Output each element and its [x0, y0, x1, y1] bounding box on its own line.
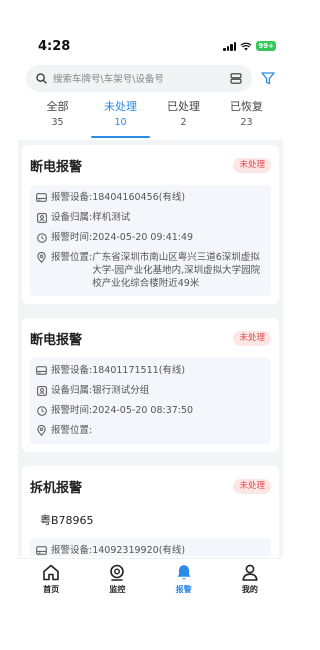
clock-icon	[36, 232, 47, 243]
time-row: 报警时间: 2024-05-20 09:41:49	[36, 231, 265, 245]
owner-icon	[36, 385, 47, 396]
tab-processed[interactable]: 已处理 2	[152, 98, 215, 138]
location-label: 报警位置:	[51, 425, 93, 436]
card-header: 断电报警 未处理	[30, 155, 271, 175]
bell-icon	[177, 565, 191, 580]
status-badge: 未处理	[233, 157, 271, 173]
location-label: 报警位置:	[51, 252, 93, 263]
device-value: 14092319920(有线)	[92, 545, 186, 556]
search-placeholder: 搜索车牌号\车架号\设备号	[53, 74, 164, 85]
device-label: 报警设备:	[51, 545, 93, 556]
tab-recovered[interactable]: 已恢复 23	[215, 98, 278, 138]
device-value: 18404160456(有线)	[92, 192, 186, 203]
tab-unprocessed[interactable]: 未处理 10	[89, 98, 152, 138]
owner-label: 设备归属:	[51, 212, 93, 223]
filter-button[interactable]	[261, 71, 275, 85]
tab-label: 未处理	[104, 100, 137, 113]
time-label: 报警时间:	[51, 405, 93, 416]
alarm-title: 断电报警	[30, 159, 83, 175]
location-row: 报警位置:	[36, 424, 265, 438]
search-input[interactable]: 搜索车牌号\车架号\设备号	[26, 64, 252, 92]
location-pin-icon	[36, 425, 47, 436]
device-label: 报警设备:	[51, 365, 93, 376]
alarm-card[interactable]: 断电报警 未处理 报警设备: 18401171511(有线) 设备归属: 银行测…	[22, 318, 279, 452]
tab-count: 23	[240, 117, 253, 128]
monitor-icon	[110, 564, 125, 581]
nav-profile[interactable]: 我的	[217, 559, 283, 608]
status-bar: 4:28 99+	[0, 0, 300, 58]
nav-monitor[interactable]: 监控	[84, 559, 150, 608]
owner-value: 样机测试	[92, 212, 131, 223]
owner-row: 设备归属: 样机测试	[36, 211, 265, 225]
device-value: 18401171511(有线)	[92, 365, 186, 376]
location-row: 报警位置: 广东省深圳市南山区粤兴三道6深圳虚拟大学-园产业化基地内,深圳虚拟大…	[36, 251, 265, 290]
alarm-card[interactable]: 断电报警 未处理 报警设备: 18404160456(有线) 设备归属: 样机测…	[22, 145, 279, 304]
tab-label: 全部	[46, 100, 69, 113]
owner-row: 设备归属: 银行测试分组	[36, 384, 265, 398]
tab-label: 已恢复	[230, 100, 263, 113]
card-header: 断电报警 未处理	[30, 328, 271, 348]
status-badge: 未处理	[233, 330, 271, 346]
nav-label: 报警	[175, 585, 192, 594]
alarm-detail: 报警设备: 18401171511(有线) 设备归属: 银行测试分组 报警时间:…	[30, 358, 271, 444]
device-row: 报警设备: 18401171511(有线)	[36, 364, 265, 378]
status-badge: 未处理	[233, 478, 271, 494]
alarm-title: 断电报警	[30, 332, 83, 348]
home-icon	[43, 564, 59, 581]
tab-count: 2	[180, 117, 187, 128]
tab-count: 35	[51, 117, 64, 128]
nav-label: 监控	[109, 585, 126, 594]
alarm-list[interactable]: 断电报警 未处理 报警设备: 18404160456(有线) 设备归属: 样机测…	[18, 140, 283, 556]
time-value: 2024-05-20 09:41:49	[92, 232, 194, 243]
location-value: 广东省深圳市南山区粤兴三道6深圳虚拟大学-园产业化基地内,深圳虚拟大学园院校产业…	[92, 252, 261, 289]
battery-indicator: 99+	[256, 41, 276, 51]
device-icon	[36, 545, 47, 556]
device-label: 报警设备:	[51, 192, 93, 203]
device-icon	[36, 365, 47, 376]
tab-all[interactable]: 全部 35	[26, 98, 89, 138]
scan-icon[interactable]	[230, 72, 242, 84]
status-time: 4:28	[38, 39, 71, 54]
status-tabs: 全部 35 未处理 10 已处理 2 已恢复 23	[26, 98, 278, 138]
location-pin-icon	[36, 252, 47, 263]
time-label: 报警时间:	[51, 232, 93, 243]
owner-value: 银行测试分组	[92, 385, 150, 396]
owner-label: 设备归属:	[51, 385, 93, 396]
time-value: 2024-05-20 08:37:50	[92, 405, 194, 416]
owner-icon	[36, 212, 47, 223]
device-row: 报警设备: 14092319920(有线)	[36, 544, 265, 556]
nav-alarm[interactable]: 报警	[151, 559, 217, 608]
alarm-title: 拆机报警	[30, 480, 83, 496]
search-row: 搜索车牌号\车架号\设备号	[26, 64, 278, 92]
tab-label: 已处理	[167, 100, 200, 113]
nav-label: 我的	[241, 585, 258, 594]
plate-number: 粤B78965	[40, 514, 94, 527]
alarm-detail: 报警设备: 14092319920(有线)	[30, 538, 271, 556]
time-row: 报警时间: 2024-05-20 08:37:50	[36, 404, 265, 418]
alarm-card[interactable]: 拆机报警 未处理 粤B78965 报警设备: 14092319920(有线)	[22, 466, 279, 556]
nav-home[interactable]: 首页	[18, 559, 84, 608]
alarm-detail: 报警设备: 18404160456(有线) 设备归属: 样机测试 报警时间: 2…	[30, 185, 271, 296]
user-icon	[242, 564, 258, 581]
clock-icon	[36, 405, 47, 416]
card-header: 拆机报警 未处理	[30, 476, 271, 496]
wifi-icon	[240, 42, 252, 51]
device-icon	[36, 192, 47, 203]
tab-count: 10	[114, 117, 127, 128]
bottom-nav: 首页 监控 报警 我的	[18, 558, 283, 608]
nav-label: 首页	[43, 585, 60, 594]
status-icons: 99+	[223, 41, 276, 51]
signal-icon	[223, 41, 237, 51]
device-row: 报警设备: 18404160456(有线)	[36, 191, 265, 205]
filter-icon	[261, 71, 275, 84]
search-icon	[36, 72, 47, 84]
